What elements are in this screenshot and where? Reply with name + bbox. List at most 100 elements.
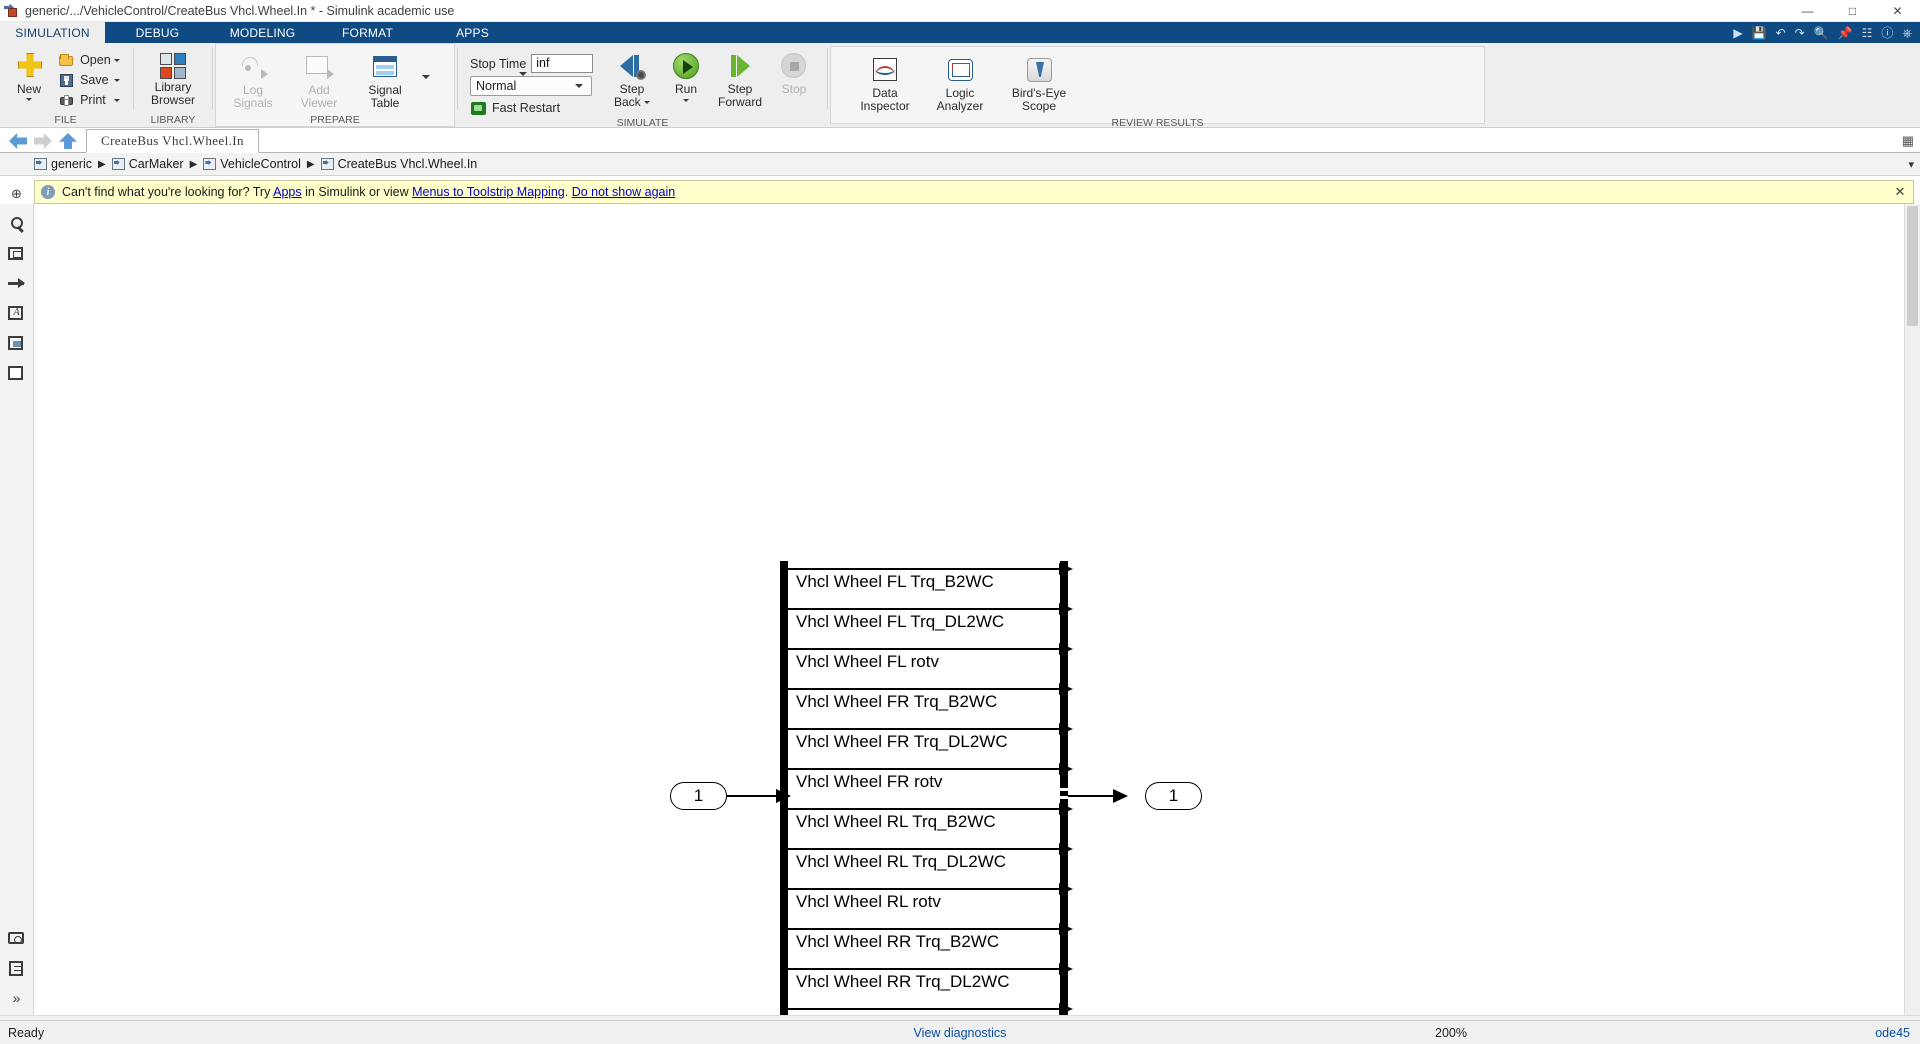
prepare-overflow-caret-icon[interactable] [422,75,430,79]
save-caret-icon[interactable] [114,78,120,82]
signal-label: Vhcl Wheel FR rotv [796,772,943,791]
close-icon[interactable]: ✕ [1892,184,1908,200]
breadcrumb-item-generic[interactable]: generic [34,157,92,171]
image-tool-button[interactable] [4,330,30,356]
new-button[interactable]: New [4,48,54,104]
zoom-level[interactable]: 200% [1435,1026,1467,1040]
signal-arrowhead [1059,963,1073,975]
vertical-scrollbar[interactable] [1904,204,1920,1015]
signal-line [788,888,1059,890]
menus-to-toolstrip-link[interactable]: Menus to Toolstrip Mapping [412,185,565,199]
hide-explorer-bar-button[interactable]: ⊕ [4,180,30,206]
annotation-tool-button[interactable] [4,300,30,326]
chevron-down-icon [575,84,583,88]
close-button[interactable]: ✕ [1875,0,1920,22]
breadcrumb-item-vehiclecontrol[interactable]: VehicleControl [203,157,301,171]
maximize-button[interactable]: □ [1830,0,1875,22]
zoom-tool-button[interactable] [4,210,30,236]
stop-icon [779,51,809,81]
model-icon [34,158,47,170]
inport-label: 1 [693,786,704,805]
step-back-caret-icon[interactable] [644,101,651,105]
model-tab-createbus[interactable]: CreateBus Vhcl.Wheel.In [86,129,259,153]
breadcrumb-item-carmaker[interactable]: CarMaker [111,157,184,171]
signal-line [788,928,1059,930]
signal-table-button[interactable]: Signal Table [352,49,418,113]
signal-label: Vhcl Wheel FR Trq_B2WC [796,692,998,711]
more-tools-button[interactable]: » [4,985,30,1011]
inport-block[interactable]: 1 [670,782,727,810]
redo-icon[interactable]: ↷ [1795,27,1805,39]
up-arrow-icon[interactable] [59,133,77,149]
stop-button[interactable]: Stop [767,48,821,99]
breadcrumb-item-createbus[interactable]: CreateBus Vhcl.Wheel.In [320,157,477,171]
tab-simulation[interactable]: SIMULATION [0,22,105,43]
run-caret-icon[interactable] [683,99,689,102]
area-tool-button[interactable] [4,360,30,386]
add-viewer-button[interactable]: Add Viewer [286,49,352,113]
open-button[interactable]: Open [54,50,127,70]
layout-icon[interactable]: ☷ [1862,27,1873,39]
tab-debug[interactable]: DEBUG [105,22,210,43]
run-quick-icon[interactable]: ▶ [1733,27,1742,39]
breadcrumb-separator: ▶ [189,158,198,170]
outport-label: 1 [1168,786,1179,805]
search-icon[interactable]: 🔍 [1814,27,1829,39]
notes-icon [9,960,23,976]
print-button[interactable]: Print [54,90,127,110]
notes-tool-button[interactable] [4,955,30,981]
signal-arrowhead [1059,643,1073,655]
breadcrumb-expander[interactable]: ▾ [1908,158,1914,171]
signal-arrowhead [1059,683,1073,695]
fit-view-icon [8,246,23,260]
save-quick-icon[interactable]: 💾 [1752,27,1767,39]
stop-time-input[interactable]: inf [531,54,593,73]
apps-link[interactable]: Apps [273,185,302,199]
magnifier-icon [10,217,23,229]
tab-format[interactable]: FORMAT [315,22,420,43]
step-forward-button[interactable]: Step Forward [713,48,767,112]
tab-modeling[interactable]: MODELING [210,22,315,43]
tab-apps[interactable]: APPS [420,22,525,43]
new-caret-icon[interactable] [26,98,33,101]
ribbon-expand-button[interactable] [514,31,532,116]
signal-line [788,648,1059,650]
library-browser-button[interactable]: Library Browser [140,48,206,110]
close-doc-icon[interactable]: ⎈ [1902,27,1912,39]
layout-grid-icon[interactable]: ▦ [1902,133,1914,149]
signal-label: Vhcl Wheel FL Trq_DL2WC [796,612,1005,631]
undo-icon[interactable]: ↶ [1776,27,1786,39]
data-inspector-button[interactable]: Data Inspector [849,52,921,116]
scrollbar-thumb[interactable] [1907,206,1918,326]
title-bar: generic/.../VehicleControl/CreateBus Vhc… [0,0,1920,22]
birds-eye-scope-icon [1024,55,1054,85]
fit-to-view-button[interactable] [4,240,30,266]
logic-analyzer-button[interactable]: Logic Analyzer [921,52,999,116]
outport-block[interactable]: 1 [1145,782,1202,810]
forward-arrow-icon[interactable] [34,133,52,149]
save-button[interactable]: Save [54,70,127,90]
signal-route-button[interactable] [4,270,30,296]
status-bar: Ready View diagnostics 200% ode45 [0,1020,1920,1044]
pin-icon[interactable]: 📌 [1838,27,1853,39]
snapshot-tool-button[interactable] [4,925,30,951]
model-tab-bar: CreateBus Vhcl.Wheel.In ▦ [0,128,1920,153]
print-caret-icon[interactable] [114,98,120,102]
signal-arrowhead [1059,723,1073,735]
birds-eye-scope-button[interactable]: Bird's-Eye Scope [999,52,1079,116]
signal-row: Vhcl Wheel RR rotv [788,1003,1073,1015]
view-diagnostics-link[interactable]: View diagnostics [914,1026,1007,1040]
run-button[interactable]: Run [659,48,713,105]
solver-label[interactable]: ode45 [1875,1026,1910,1040]
back-arrow-icon[interactable] [9,133,27,149]
library-browser-icon [160,53,186,79]
minimize-button[interactable]: — [1785,0,1830,22]
divider [827,48,828,109]
help-icon[interactable]: ⓘ [1881,27,1893,39]
bus-creator-left-bar[interactable] [780,561,788,1015]
do-not-show-again-link[interactable]: Do not show again [572,185,676,199]
step-back-button[interactable]: Step Back [605,48,659,112]
open-caret-icon[interactable] [114,58,120,62]
log-signals-button[interactable]: Log Signals [220,49,286,113]
model-canvas[interactable]: 1 Vhcl Wheel FL Trq_B2WC Vhcl Wheel FL T… [34,204,1904,1015]
